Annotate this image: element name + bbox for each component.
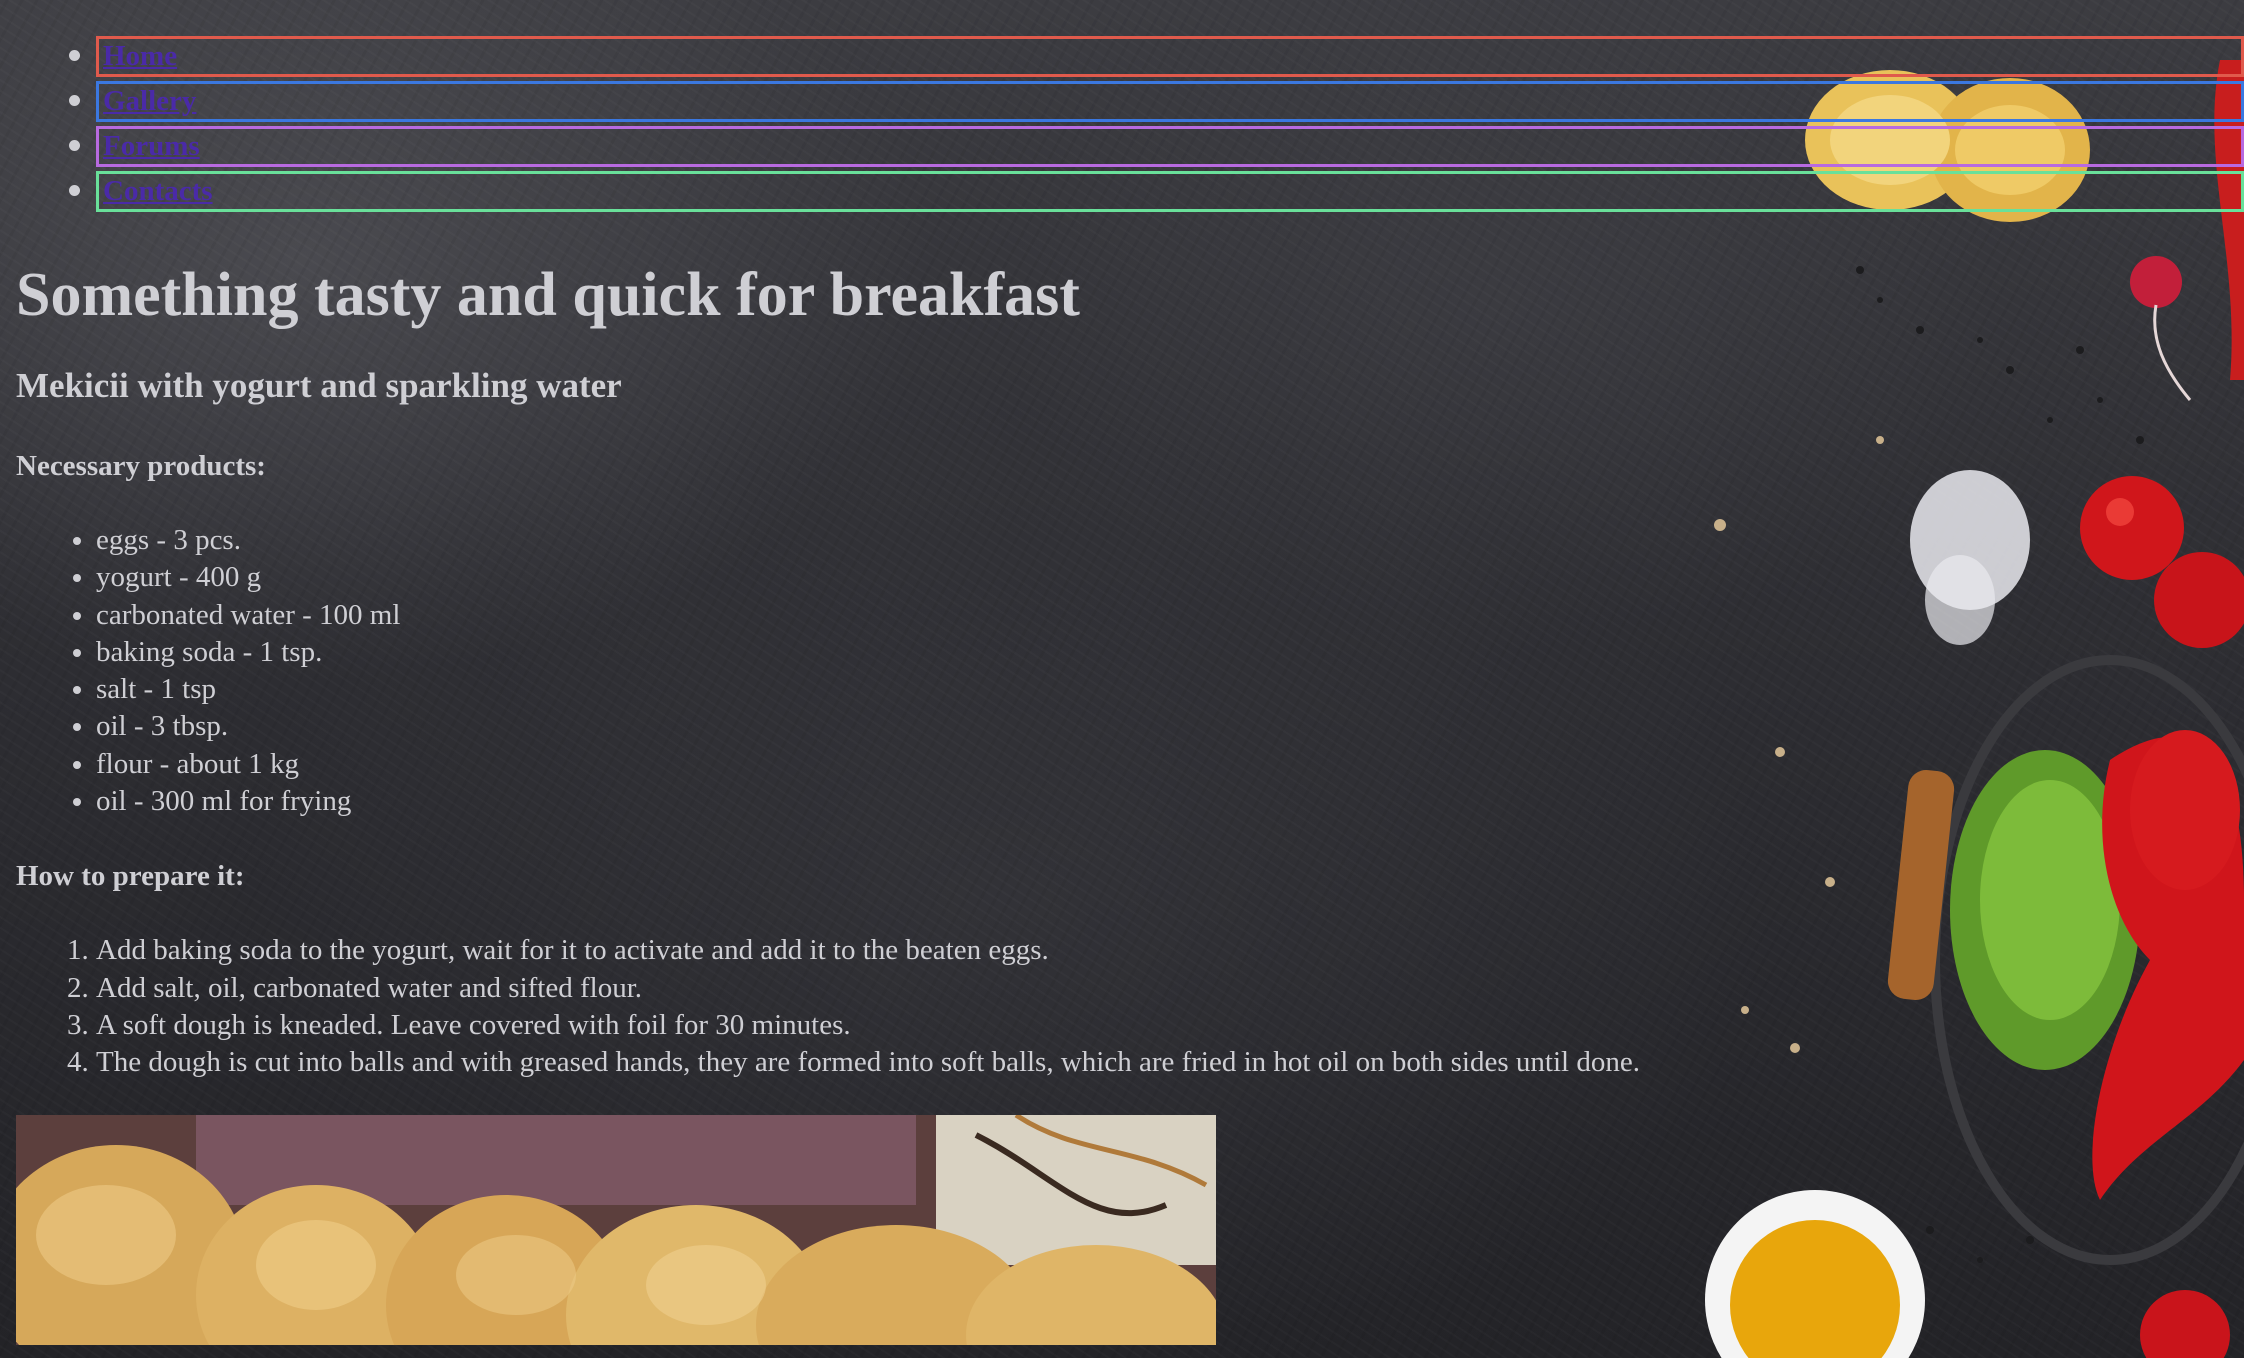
list-item: The dough is cut into balls and with gre… (96, 1044, 1816, 1081)
list-item: eggs - 3 pcs. (96, 522, 1816, 559)
disc-bullet-icon (69, 185, 80, 196)
main-nav: Home Gallery Forums Contacts (0, 36, 2244, 216)
list-item: baking soda - 1 tsp. (96, 634, 1816, 671)
nav-item-forums: Forums (0, 126, 2244, 171)
fried-dough-balls-image (16, 1114, 1216, 1345)
list-item: oil - 3 tbsp. (96, 708, 1816, 745)
nav-link-contacts[interactable]: Contacts (96, 171, 2244, 212)
steps-list: Add baking soda to the yogurt, wait for … (16, 932, 1816, 1081)
disc-bullet-icon (69, 140, 80, 151)
list-item: carbonated water - 100 ml (96, 597, 1816, 634)
nav-link-home[interactable]: Home (96, 36, 2244, 77)
nav-item-home: Home (0, 36, 2244, 81)
list-item: A soft dough is kneaded. Leave covered w… (96, 1007, 1816, 1044)
list-item: yogurt - 400 g (96, 559, 1816, 596)
list-item: salt - 1 tsp (96, 671, 1816, 708)
nav-link-forums[interactable]: Forums (96, 126, 2244, 167)
recipe-subtitle: Mekicii with yogurt and sparkling water (16, 366, 622, 405)
recipe-content: Something tasty and quick for breakfast … (16, 250, 1816, 1345)
list-item: Add baking soda to the yogurt, wait for … (96, 932, 1816, 969)
ingredients-list: eggs - 3 pcs. yogurt - 400 g carbonated … (16, 522, 1816, 820)
list-item: oil - 300 ml for frying (96, 783, 1816, 820)
steps-heading: How to prepare it: (16, 860, 245, 893)
disc-bullet-icon (69, 95, 80, 106)
recipe-photo (16, 1114, 1216, 1345)
nav-item-contacts: Contacts (0, 171, 2244, 216)
list-item: Add salt, oil, carbonated water and sift… (96, 970, 1816, 1007)
nav-link-gallery[interactable]: Gallery (96, 81, 2244, 122)
page-title: Something tasty and quick for breakfast (16, 261, 1080, 329)
nav-item-gallery: Gallery (0, 81, 2244, 126)
disc-bullet-icon (69, 50, 80, 61)
products-heading: Necessary products: (16, 450, 266, 482)
list-item: flour - about 1 kg (96, 746, 1816, 783)
